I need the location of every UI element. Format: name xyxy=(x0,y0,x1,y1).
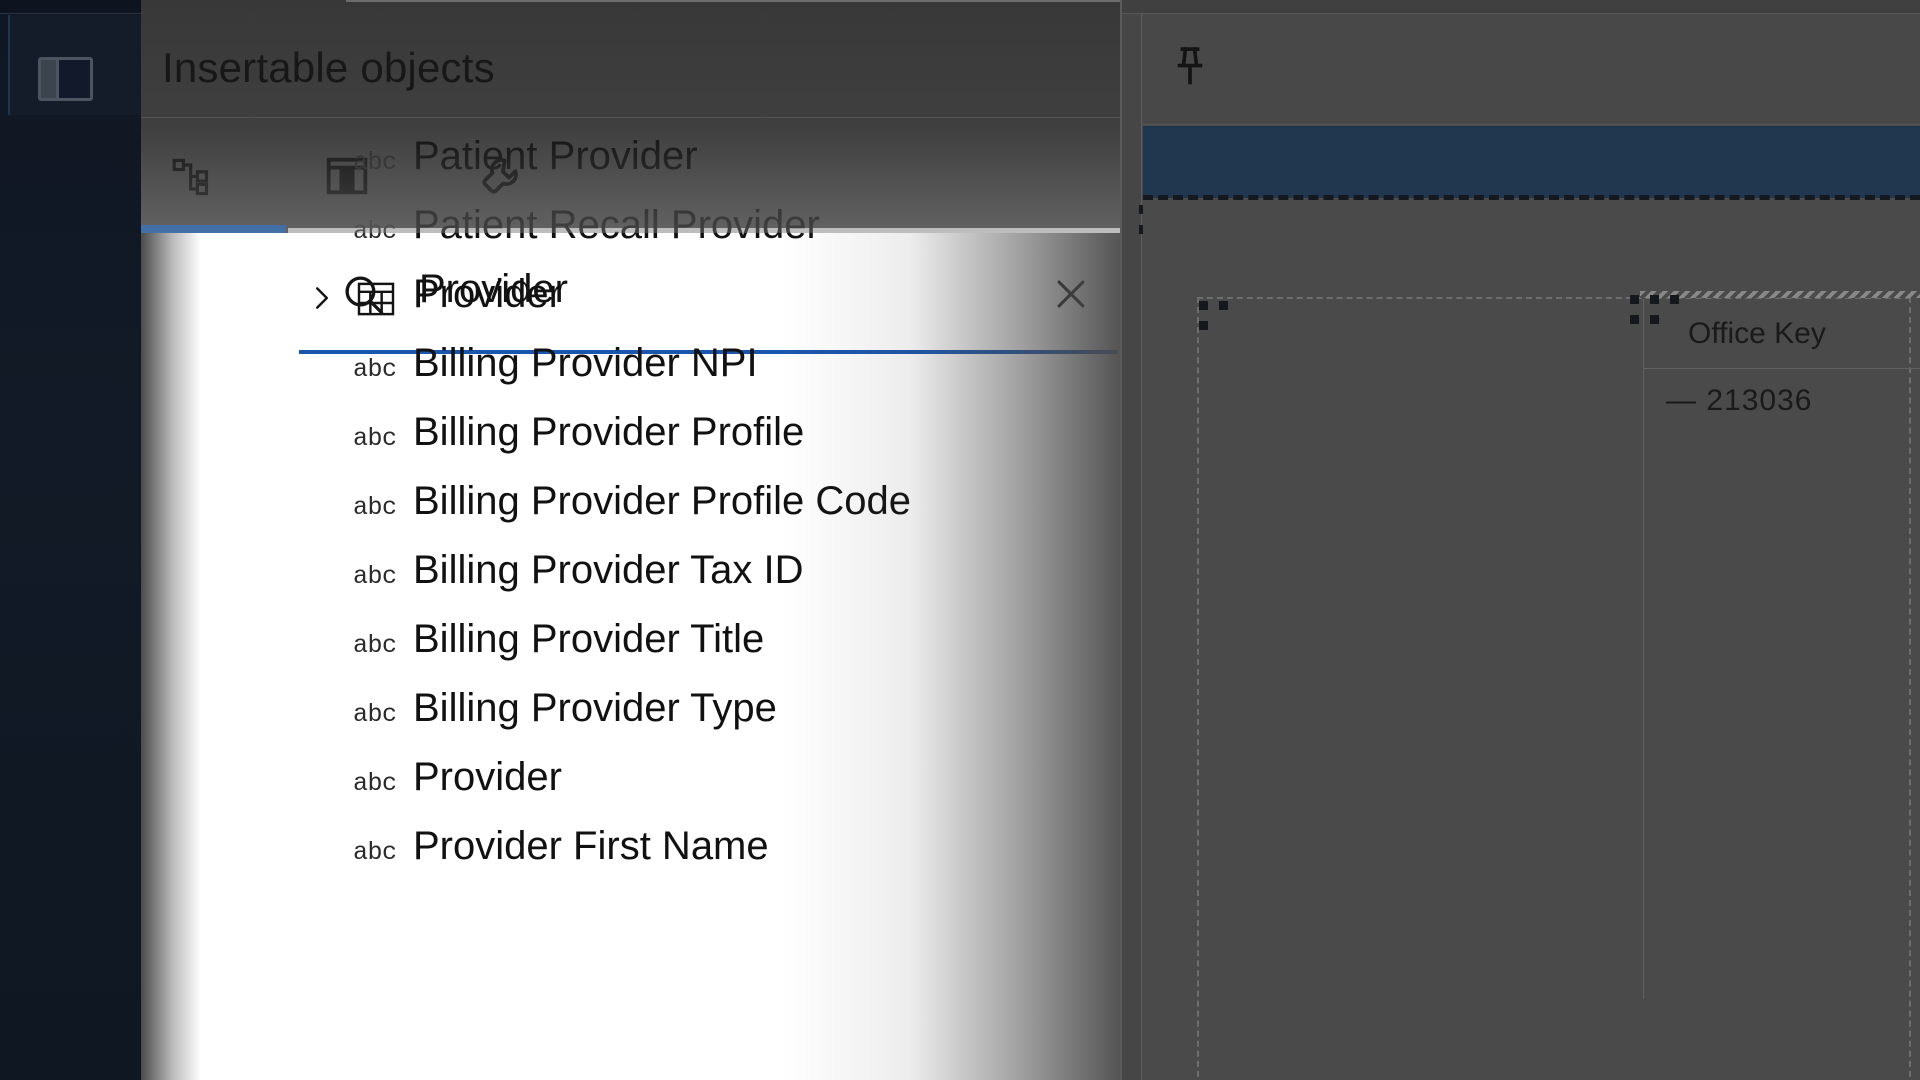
list-item[interactable]: abc Billing Provider Profile Code xyxy=(141,471,1122,540)
abc-icon: abc xyxy=(353,148,397,177)
list-item-label: Provider xyxy=(413,272,562,317)
abc-icon: abc xyxy=(353,493,397,522)
field-column-header: Office Key xyxy=(1644,299,1920,369)
panel-top-divider xyxy=(346,0,1122,2)
report-band-detail[interactable]: Office Key — 213036 xyxy=(1143,201,1920,1080)
resize-handle[interactable] xyxy=(1219,301,1228,310)
chevron-right-icon[interactable] xyxy=(309,282,335,314)
resize-handle[interactable] xyxy=(1630,295,1639,304)
list-item-label: Billing Provider Type xyxy=(413,686,777,731)
list-item[interactable]: abc Billing Provider NPI xyxy=(141,333,1122,402)
report-body[interactable]: Office Key — 213036 xyxy=(1143,15,1920,1080)
list-item[interactable]: abc Billing Provider Title xyxy=(141,609,1122,678)
list-item[interactable]: abc Patient Recall Provider xyxy=(141,195,1122,264)
panel-right-edge xyxy=(1120,0,1122,1080)
abc-icon: abc xyxy=(353,631,397,660)
field-value-cell: — 213036 xyxy=(1644,370,1920,432)
abc-icon: abc xyxy=(353,562,397,591)
resize-handle[interactable] xyxy=(1199,321,1208,330)
list-item-label: Provider First Name xyxy=(413,824,769,869)
application-window: Office Key — 213036 Insertable objects xyxy=(0,0,1920,1080)
list-item-label: Billing Provider NPI xyxy=(413,341,758,386)
list-item-label: Billing Provider Profile xyxy=(413,410,804,455)
abc-icon: abc xyxy=(353,217,397,246)
list-item-label: Billing Provider Profile Code xyxy=(413,479,911,524)
field-table[interactable]: Office Key — 213036 xyxy=(1643,299,1920,999)
resize-handle[interactable] xyxy=(1199,301,1208,310)
report-band-header[interactable] xyxy=(1143,15,1920,125)
pin-icon[interactable] xyxy=(1164,40,1216,92)
abc-icon: abc xyxy=(353,700,397,729)
list-item-label: Provider xyxy=(413,755,562,800)
list-item-label: Billing Provider Title xyxy=(413,617,764,662)
list-item[interactable]: abc Billing Provider Type xyxy=(141,678,1122,747)
abc-icon: abc xyxy=(353,424,397,453)
canvas-ruler xyxy=(1122,14,1142,1080)
report-canvas[interactable]: Office Key — 213036 xyxy=(1122,0,1920,1080)
selection-hatch-border xyxy=(1640,291,1920,298)
page-title: Insertable objects xyxy=(162,44,495,92)
selection-dashed-border xyxy=(1143,195,1920,200)
panel-toggle-right-pane xyxy=(59,60,90,98)
resize-handle[interactable] xyxy=(1630,315,1639,324)
panel-toggle-left-pane xyxy=(41,60,59,98)
abc-icon: abc xyxy=(353,769,397,798)
list-item[interactable]: Provider xyxy=(141,264,1122,333)
rail-top-strip xyxy=(0,0,141,14)
abc-icon: abc xyxy=(353,838,397,867)
list-item-label: Patient Provider xyxy=(413,134,698,179)
report-band-selected[interactable] xyxy=(1143,126,1920,198)
panel-toggle-icon[interactable] xyxy=(38,57,93,101)
list-item-label: Patient Recall Provider xyxy=(413,203,820,248)
insertable-objects-panel[interactable]: Insertable objects xyxy=(141,0,1122,1080)
list-item[interactable]: abc Patient Provider xyxy=(141,126,1122,195)
list-item[interactable]: abc Provider First Name xyxy=(141,816,1122,885)
list-item[interactable]: abc Billing Provider Tax ID xyxy=(141,540,1122,609)
list-item[interactable]: abc Provider xyxy=(141,747,1122,816)
left-navigation-rail xyxy=(0,0,141,1080)
search-results-list[interactable]: abc Patient Provider abc Patient Recall … xyxy=(141,126,1122,847)
abc-icon: abc xyxy=(353,355,397,384)
canvas-toolbar-strip xyxy=(1122,0,1920,14)
list-item-label: Billing Provider Tax ID xyxy=(413,548,804,593)
list-item[interactable]: abc Billing Provider Profile xyxy=(141,402,1122,471)
table-icon xyxy=(357,282,395,316)
